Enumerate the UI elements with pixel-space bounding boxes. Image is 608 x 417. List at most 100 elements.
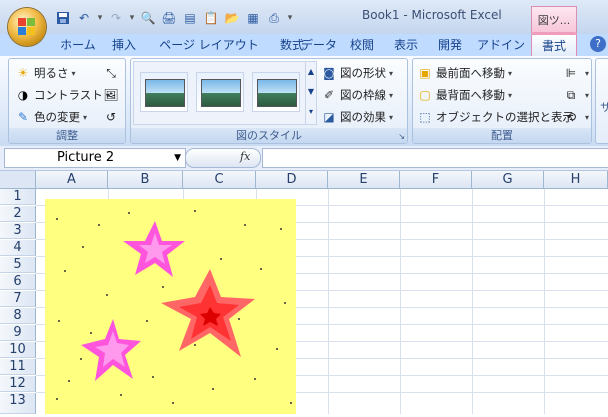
picture-border-button[interactable]: ✐ 図の枠線 ▾ <box>321 85 393 105</box>
customize-qat-icon[interactable]: ▾ <box>286 9 294 27</box>
name-box[interactable]: Picture 2 ▼ <box>4 148 186 168</box>
row-header-9[interactable]: 9 <box>0 325 36 341</box>
selection-label: オブジェクトの選択と表示 <box>436 110 574 124</box>
paste-icon[interactable]: 📋 <box>202 9 220 27</box>
chevron-down-icon: ▾ <box>508 68 513 78</box>
chevron-down-icon[interactable]: ▼ <box>174 149 181 167</box>
change-picture-icon: 🖼 <box>103 88 119 102</box>
row-header-3[interactable]: 3 <box>0 223 36 239</box>
tab-addins[interactable]: アドイン <box>476 34 526 56</box>
row-header-2[interactable]: 2 <box>0 206 36 222</box>
sheet-icon[interactable]: ▦ <box>244 9 262 27</box>
redo-dropdown-icon[interactable]: ▾ <box>128 9 136 27</box>
column-header-d[interactable]: D <box>256 171 328 189</box>
help-icon[interactable]: ? <box>590 36 606 52</box>
group-size: サ <box>595 58 608 144</box>
send-to-back-button[interactable]: ▢ 最背面へ移動 ▾ <box>417 85 512 105</box>
group-label-picture-styles: 図のスタイル <box>131 128 407 143</box>
column-header-f[interactable]: F <box>400 171 472 189</box>
change-picture-button[interactable]: 🖼 <box>103 85 122 105</box>
open-icon[interactable]: 📂 <box>223 9 241 27</box>
effects-icon: ◪ <box>323 110 335 124</box>
send-back-label: 最背面へ移動 <box>436 88 505 102</box>
row-header-7[interactable]: 7 <box>0 291 36 307</box>
chevron-down-icon: ▾ <box>585 90 590 100</box>
reset-picture-button[interactable]: ↺ <box>103 107 122 127</box>
bring-front-label: 最前面へ移動 <box>436 66 505 80</box>
tab-format[interactable]: 書式 <box>531 32 577 59</box>
quick-print-icon[interactable]: 🖨 <box>160 9 178 27</box>
row-header-6[interactable]: 6 <box>0 274 36 290</box>
dialog-launcher-icon[interactable]: ↘ <box>398 132 405 141</box>
pen-icon: ✐ <box>323 88 335 102</box>
align-icon: ⊫ <box>565 66 577 80</box>
bring-to-front-button[interactable]: ▣ 最前面へ移動 ▾ <box>417 63 512 83</box>
group-adjust: ☀ 明るさ ▾ ◑ コントラスト ▾ ✎ 色の変更 ▾ ⤡ 🖼 ↺ 調整 <box>8 58 126 144</box>
row-header-11[interactable]: 11 <box>0 359 36 375</box>
group-objects-button[interactable]: ⧉ ▾ <box>563 85 589 105</box>
tab-data[interactable]: データ <box>295 34 343 56</box>
send-back-icon: ▢ <box>419 88 431 102</box>
row-header-8[interactable]: 8 <box>0 308 36 324</box>
column-header-g[interactable]: G <box>472 171 544 189</box>
chevron-down-icon: ▾ <box>389 68 394 78</box>
tab-view[interactable]: 表示 <box>388 34 424 56</box>
chevron-down-icon: ▾ <box>83 112 88 122</box>
formula-bar: Picture 2 ▼ fx <box>0 146 608 171</box>
print-preview-icon[interactable]: 🔍 <box>139 9 157 27</box>
group-label-size: サ <box>600 101 608 114</box>
style-gallery: ▲ ▼ ▾ <box>133 61 317 125</box>
brightness-button[interactable]: ☀ 明るさ ▾ <box>15 63 76 83</box>
undo-icon[interactable]: ↶ <box>75 9 93 27</box>
row-header-10[interactable]: 10 <box>0 342 36 358</box>
chevron-down-icon: ▾ <box>585 68 590 78</box>
compress-pictures-button[interactable]: ⤡ <box>103 63 122 83</box>
insert-function-button[interactable]: fx <box>185 148 261 168</box>
rotate-button[interactable]: ⟲ ▾ <box>563 107 589 127</box>
redo-icon[interactable]: ↷ <box>107 9 125 27</box>
style-thumb-image <box>145 79 185 107</box>
row-header-13[interactable]: 13 <box>0 393 36 414</box>
tab-developer[interactable]: 開発 <box>432 34 468 56</box>
select-all-corner[interactable] <box>0 171 36 189</box>
row-header-5[interactable]: 5 <box>0 257 36 273</box>
office-logo-icon <box>18 18 36 36</box>
row-header-4[interactable]: 4 <box>0 240 36 256</box>
tab-home[interactable]: ホーム <box>56 34 100 56</box>
group-picture-styles: ▲ ▼ ▾ ◙ 図の形状 ▾ ✐ 図の枠線 ▾ ◪ 図の効果 ▾ 図のスタイル ↘ <box>130 58 408 144</box>
printer-icon[interactable]: ⎙ <box>265 9 283 27</box>
save-icon[interactable] <box>54 9 72 27</box>
office-button[interactable] <box>8 8 46 46</box>
align-button[interactable]: ⊫ ▾ <box>563 63 589 83</box>
formula-input[interactable] <box>262 148 608 168</box>
style-thumb-2[interactable] <box>196 72 244 112</box>
row-header-12[interactable]: 12 <box>0 376 36 392</box>
picture-effects-button[interactable]: ◪ 図の効果 ▾ <box>321 107 393 127</box>
column-header-b[interactable]: B <box>108 171 183 189</box>
contrast-label: コントラスト <box>34 88 103 102</box>
ribbon-tabs: ホーム 挿入 ページ レイアウト 数式 データ 校閲 表示 開発 アドイン 書式 <box>0 32 608 59</box>
picture-shape-button[interactable]: ◙ 図の形状 ▾ <box>321 63 393 83</box>
form-icon[interactable]: ▤ <box>181 9 199 27</box>
style-thumb-3[interactable] <box>252 72 300 112</box>
undo-dropdown-icon[interactable]: ▾ <box>96 9 104 27</box>
style-thumb-image <box>201 79 241 107</box>
row-header-1[interactable]: 1 <box>0 189 36 205</box>
selection-pane-button[interactable]: ⬚ オブジェクトの選択と表示 <box>417 107 574 127</box>
recolor-button[interactable]: ✎ 色の変更 ▾ <box>15 107 87 127</box>
column-header-c[interactable]: C <box>183 171 256 189</box>
style-thumb-1[interactable] <box>140 72 188 112</box>
tab-insert[interactable]: 挿入 <box>104 34 144 56</box>
column-header-h[interactable]: H <box>544 171 608 189</box>
bring-front-icon: ▣ <box>419 66 431 80</box>
tab-review[interactable]: 校閲 <box>344 34 380 56</box>
context-tab-picture-tools[interactable]: 図ツ... <box>531 6 577 33</box>
gallery-scroll[interactable]: ▲ ▼ ▾ <box>305 62 316 124</box>
column-header-e[interactable]: E <box>328 171 400 189</box>
contrast-button[interactable]: ◑ コントラスト ▾ <box>15 85 110 105</box>
picture-2[interactable] <box>45 199 296 414</box>
tab-page-layout[interactable]: ページ レイアウト <box>150 34 268 56</box>
rotate-icon: ⟲ <box>565 110 577 124</box>
column-header-a[interactable]: A <box>36 171 108 189</box>
group-label-adjust: 調整 <box>9 128 125 143</box>
